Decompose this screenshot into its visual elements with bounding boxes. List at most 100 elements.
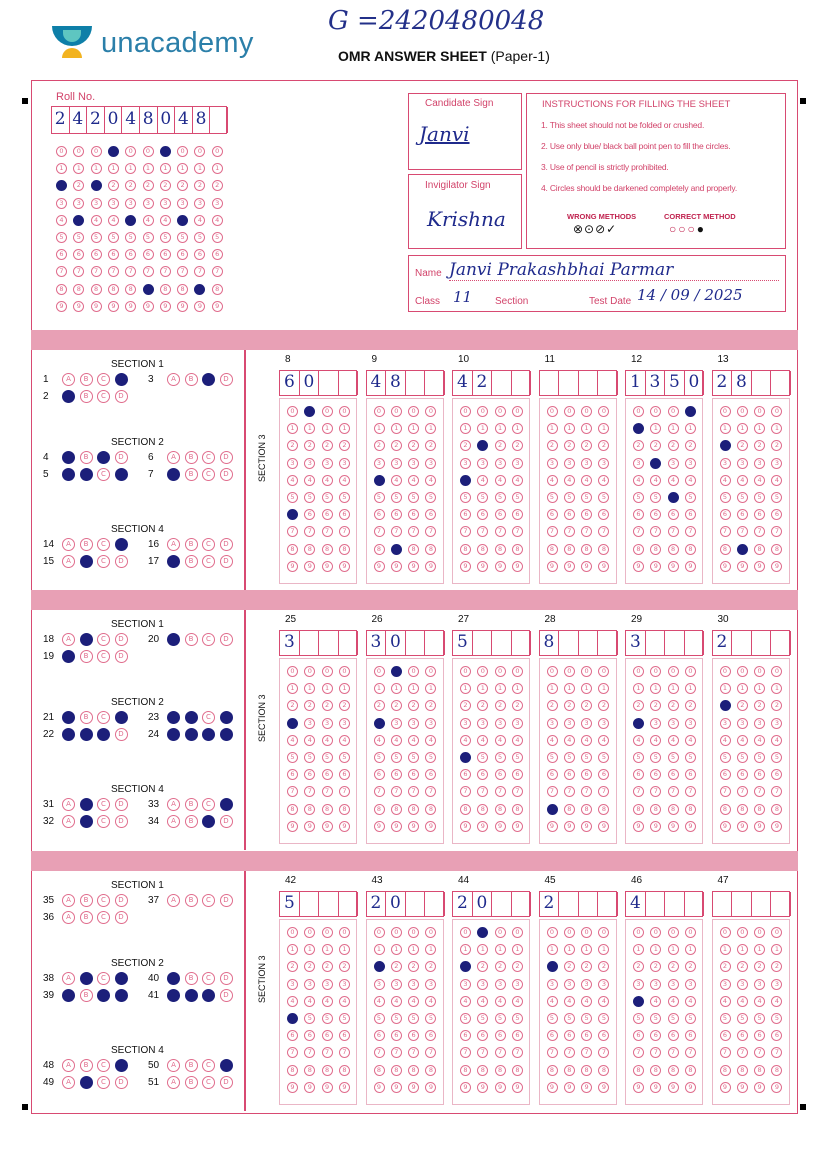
option-bubble[interactable]: C <box>202 798 215 811</box>
digit-bubble[interactable]: 3 <box>460 457 471 469</box>
roll-bubble[interactable]: 3 <box>56 197 67 209</box>
roll-bubble[interactable]: 3 <box>211 197 223 209</box>
roll-bubble[interactable]: 4 <box>125 214 137 226</box>
digit-bubble[interactable]: 2 <box>494 700 506 712</box>
digit-bubble[interactable]: 9 <box>321 560 333 572</box>
digit-bubble[interactable]: 9 <box>494 560 506 572</box>
option-bubble[interactable]: D <box>219 728 233 741</box>
option-bubble[interactable]: D <box>219 1059 233 1072</box>
digit-bubble[interactable]: 4 <box>719 734 731 746</box>
digit-bubble[interactable]: 7 <box>373 526 385 538</box>
option-bubble[interactable]: B <box>79 650 93 663</box>
digit-bubble[interactable]: 1 <box>338 423 350 435</box>
digit-bubble[interactable]: 4 <box>684 734 696 746</box>
digit-bubble[interactable]: 6 <box>494 769 506 781</box>
option-bubble[interactable]: C <box>202 555 215 568</box>
digit-bubble[interactable]: 7 <box>494 526 506 538</box>
option-bubble[interactable]: B <box>184 468 198 481</box>
roll-bubble[interactable]: 5 <box>211 232 223 243</box>
digit-bubble[interactable]: 0 <box>546 666 558 677</box>
digit-bubble[interactable]: 0 <box>563 406 575 417</box>
digit-bubble[interactable]: 6 <box>546 1030 558 1042</box>
digit-bubble[interactable]: 0 <box>321 927 333 938</box>
digit-bubble[interactable]: 3 <box>304 457 316 469</box>
option-bubble[interactable]: C <box>97 972 110 985</box>
option-bubble[interactable]: B <box>184 972 198 985</box>
roll-bubble[interactable]: 4 <box>177 214 189 226</box>
option-bubble[interactable]: A <box>167 1076 180 1089</box>
digit-bubble[interactable]: 5 <box>321 1013 333 1024</box>
digit-bubble[interactable]: 8 <box>390 543 402 555</box>
digit-bubble[interactable]: 4 <box>373 474 385 486</box>
digit-bubble[interactable]: 3 <box>771 457 783 469</box>
digit-bubble[interactable]: 4 <box>736 734 748 746</box>
digit-bubble[interactable]: 8 <box>373 543 385 555</box>
digit-bubble[interactable]: 8 <box>511 1064 523 1076</box>
digit-bubble[interactable]: 3 <box>287 717 298 729</box>
digit-bubble[interactable]: 3 <box>287 978 298 990</box>
digit-bubble[interactable]: 5 <box>390 752 402 763</box>
digit-bubble[interactable]: 3 <box>719 717 731 729</box>
digit-bubble[interactable]: 3 <box>304 978 316 990</box>
option-bubble[interactable]: C <box>97 555 110 568</box>
digit-bubble[interactable]: 5 <box>390 492 402 503</box>
roll-bubble[interactable]: 0 <box>56 146 67 157</box>
option-bubble[interactable]: D <box>114 798 128 811</box>
digit-bubble[interactable]: 7 <box>719 1047 731 1059</box>
option-bubble[interactable]: D <box>219 633 233 646</box>
digit-bubble[interactable]: 8 <box>460 1064 471 1076</box>
digit-bubble[interactable]: 4 <box>373 995 385 1007</box>
option-bubble[interactable]: B <box>184 451 198 464</box>
digit-bubble[interactable]: 8 <box>736 543 748 555</box>
digit-bubble[interactable]: 9 <box>460 820 471 832</box>
option-bubble[interactable]: D <box>114 1059 128 1072</box>
option-bubble[interactable]: B <box>184 1059 198 1072</box>
digit-bubble[interactable]: 9 <box>287 820 298 832</box>
digit-bubble[interactable]: 8 <box>667 1064 679 1076</box>
digit-bubble[interactable]: 3 <box>581 978 593 990</box>
digit-bubble[interactable]: 4 <box>338 474 350 486</box>
digit-bubble[interactable]: 3 <box>736 457 748 469</box>
digit-bubble[interactable]: 7 <box>494 786 506 798</box>
digit-bubble[interactable]: 6 <box>494 509 506 521</box>
roll-bubble[interactable]: 3 <box>90 197 102 209</box>
roll-bubble[interactable]: 5 <box>142 232 154 243</box>
digit-bubble[interactable]: 8 <box>287 1064 298 1076</box>
digit-bubble[interactable]: 5 <box>494 1013 506 1024</box>
roll-bubble[interactable]: 5 <box>90 232 102 243</box>
digit-bubble[interactable]: 2 <box>719 961 731 973</box>
digit-bubble[interactable]: 8 <box>650 803 662 815</box>
digit-bubble[interactable]: 1 <box>719 423 731 435</box>
option-bubble[interactable]: C <box>97 1076 110 1089</box>
digit-bubble[interactable]: 8 <box>563 543 575 555</box>
digit-bubble[interactable]: 8 <box>494 803 506 815</box>
option-bubble[interactable]: A <box>62 633 75 646</box>
option-bubble[interactable]: A <box>62 451 75 464</box>
digit-bubble[interactable]: 5 <box>511 752 523 763</box>
digit-bubble[interactable]: 9 <box>321 820 333 832</box>
digit-bubble[interactable]: 8 <box>633 803 644 815</box>
digit-bubble[interactable]: 1 <box>719 944 731 956</box>
roll-bubble[interactable]: 9 <box>159 300 171 312</box>
roll-bubble[interactable]: 9 <box>177 300 189 312</box>
digit-bubble[interactable]: 3 <box>511 978 523 990</box>
roll-bubble[interactable]: 1 <box>211 163 223 175</box>
digit-bubble[interactable]: 9 <box>373 820 385 832</box>
digit-bubble[interactable]: 8 <box>321 803 333 815</box>
option-bubble[interactable]: D <box>114 650 128 663</box>
option-bubble[interactable]: A <box>167 815 180 828</box>
roll-bubble[interactable]: 3 <box>177 197 189 209</box>
digit-bubble[interactable]: 0 <box>338 927 350 938</box>
digit-bubble[interactable]: 3 <box>667 717 679 729</box>
digit-bubble[interactable]: 1 <box>373 683 385 695</box>
digit-bubble[interactable]: 8 <box>667 803 679 815</box>
digit-bubble[interactable]: 8 <box>304 1064 316 1076</box>
roll-bubble[interactable]: 6 <box>159 249 171 261</box>
option-bubble[interactable]: B <box>184 815 198 828</box>
option-bubble[interactable]: C <box>202 711 215 724</box>
digit-bubble[interactable]: 6 <box>390 1030 402 1042</box>
digit-bubble[interactable]: 3 <box>546 978 558 990</box>
digit-bubble[interactable]: 5 <box>736 1013 748 1024</box>
digit-bubble[interactable]: 9 <box>287 560 298 572</box>
digit-bubble[interactable]: 2 <box>719 440 731 452</box>
